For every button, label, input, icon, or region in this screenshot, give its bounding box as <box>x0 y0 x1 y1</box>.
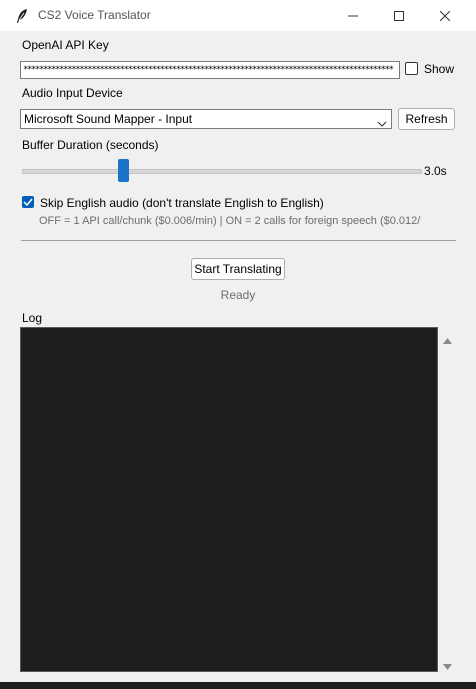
log-scrollbar[interactable] <box>439 327 457 672</box>
skip-english-label[interactable]: Skip English audio (don't translate Engl… <box>40 196 324 210</box>
separator <box>21 240 456 241</box>
log-textarea[interactable] <box>20 327 438 672</box>
close-icon <box>440 10 450 21</box>
buffer-value: 3.0s <box>424 164 447 178</box>
window-title: CS2 Voice Translator <box>38 8 151 22</box>
close-button[interactable] <box>422 0 468 31</box>
scroll-down-icon[interactable] <box>443 659 452 673</box>
audio-device-value: Microsoft Sound Mapper - Input <box>24 112 193 126</box>
buffer-duration-label: Buffer Duration (seconds) <box>22 138 159 152</box>
cost-hint: OFF = 1 API call/chunk ($0.006/min) | ON… <box>39 215 421 227</box>
minimize-button[interactable] <box>330 0 376 31</box>
refresh-button[interactable]: Refresh <box>398 108 455 130</box>
audio-device-select[interactable]: Microsoft Sound Mapper - Input <box>20 109 392 129</box>
chevron-down-icon <box>377 116 387 130</box>
start-translating-button[interactable]: Start Translating <box>191 258 285 280</box>
app-window: CS2 Voice Translator OpenAI API Key ****… <box>0 0 476 682</box>
title-bar[interactable]: CS2 Voice Translator <box>0 0 476 31</box>
skip-english-checkbox[interactable] <box>22 196 34 208</box>
checkmark-icon <box>23 195 33 209</box>
audio-device-label: Audio Input Device <box>22 86 123 100</box>
api-key-input[interactable]: ****************************************… <box>20 61 400 79</box>
maximize-icon <box>394 10 404 21</box>
api-key-label: OpenAI API Key <box>22 38 109 52</box>
maximize-button[interactable] <box>376 0 422 31</box>
log-label: Log <box>22 311 43 325</box>
scroll-up-icon[interactable] <box>443 333 452 347</box>
feather-icon <box>15 8 29 24</box>
status-text: Ready <box>220 288 256 302</box>
buffer-slider-track[interactable] <box>22 169 422 174</box>
show-key-checkbox[interactable] <box>405 62 418 75</box>
minimize-icon <box>348 11 358 21</box>
buffer-slider-thumb[interactable] <box>118 159 129 182</box>
show-key-label[interactable]: Show <box>424 62 454 76</box>
